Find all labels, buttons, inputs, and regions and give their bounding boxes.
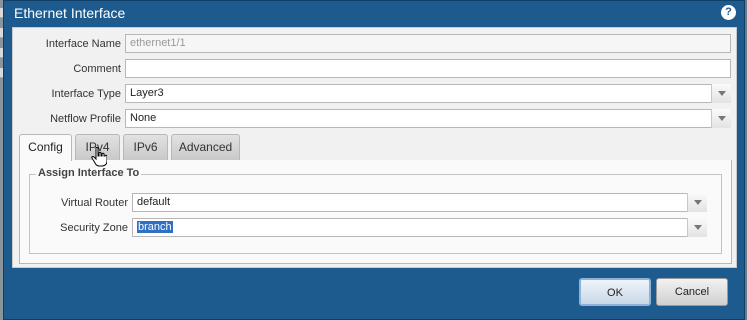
interface-type-label: Interface Type (51, 88, 121, 100)
comment-row: Comment (13, 59, 738, 79)
dialog-title: Ethernet Interface (14, 5, 126, 21)
security-zone-label: Security Zone (60, 222, 128, 234)
netflow-profile-value: None (130, 112, 157, 124)
ok-button[interactable]: OK (579, 278, 651, 306)
hand-cursor-icon (91, 147, 107, 167)
security-zone-row: Security Zone branch (30, 218, 723, 238)
assign-interface-legend: Assign Interface To (36, 167, 142, 179)
security-zone-value[interactable]: branch (137, 221, 173, 233)
interface-type-value: Layer3 (130, 87, 164, 99)
chevron-down-icon[interactable] (711, 84, 731, 103)
help-icon[interactable]: ? (721, 5, 736, 20)
cancel-button[interactable]: Cancel (656, 278, 728, 306)
interface-name-label: Interface Name (45, 38, 121, 50)
chevron-down-icon[interactable] (711, 109, 731, 128)
netflow-profile-select[interactable]: None (125, 109, 731, 128)
config-panel: Assign Interface To Virtual Router defau… (19, 160, 732, 264)
chevron-down-icon[interactable] (687, 193, 707, 212)
interface-name-row: Interface Name ethernet1/1 (13, 34, 738, 54)
dialog-body: Interface Name ethernet1/1 Comment Inter… (12, 27, 737, 268)
netflow-profile-row: Netflow Profile None (13, 109, 738, 129)
virtual-router-row: Virtual Router default (30, 193, 723, 213)
ethernet-interface-dialog: Ethernet Interface ? Interface Name ethe… (3, 0, 745, 320)
tab-advanced[interactable]: Advanced (171, 134, 240, 160)
chevron-down-icon[interactable] (687, 218, 707, 237)
comment-field[interactable] (125, 59, 731, 78)
security-zone-select[interactable]: branch (132, 218, 707, 237)
virtual-router-value: default (137, 196, 171, 208)
interface-type-row: Interface Type Layer3 (13, 84, 738, 104)
assign-interface-group: Assign Interface To Virtual Router defau… (29, 167, 723, 254)
interface-type-select[interactable]: Layer3 (125, 84, 731, 103)
comment-label: Comment (73, 63, 121, 75)
tab-ipv6[interactable]: IPv6 (123, 134, 168, 160)
interface-name-field: ethernet1/1 (125, 34, 731, 53)
virtual-router-label: Virtual Router (60, 197, 128, 209)
dialog-titlebar[interactable]: Ethernet Interface ? (4, 1, 744, 25)
virtual-router-select[interactable]: default (132, 193, 707, 212)
tab-config[interactable]: Config (19, 134, 72, 161)
netflow-profile-label: Netflow Profile (50, 113, 121, 125)
